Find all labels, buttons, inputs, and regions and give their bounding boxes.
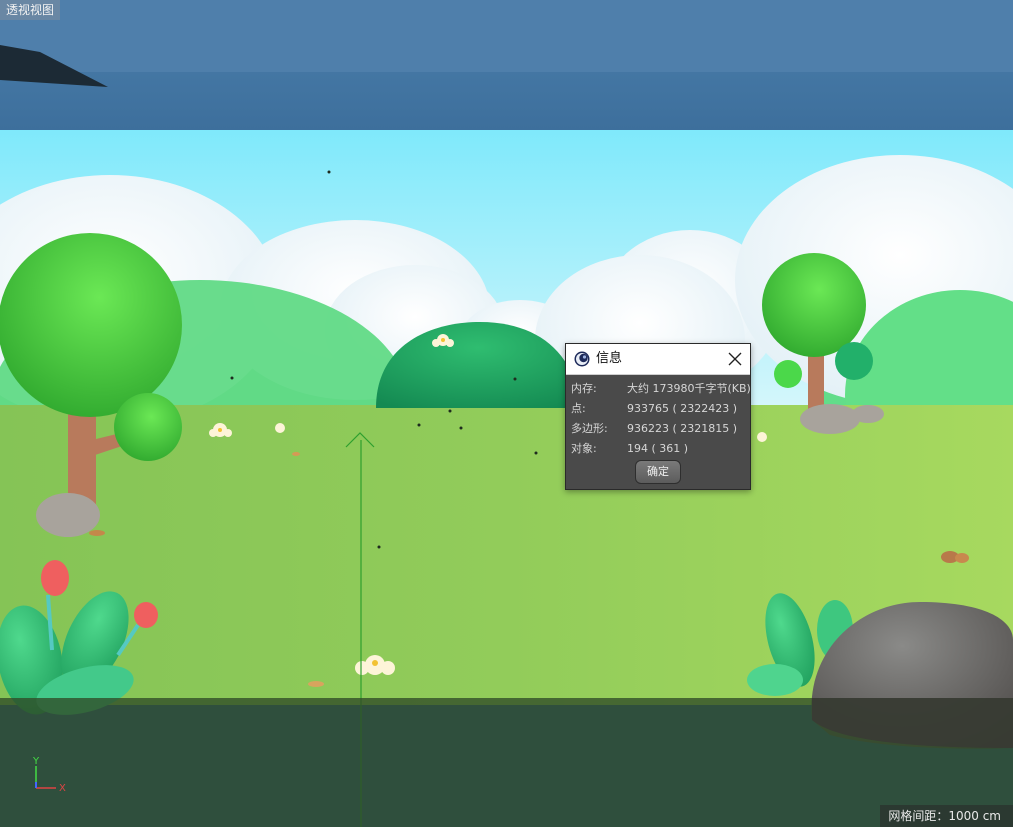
info-row-points: 点: 933765 ( 2322423 ): [566, 399, 750, 419]
info-label: 内存:: [571, 382, 597, 395]
info-label: 多边形:: [571, 422, 608, 435]
cinema4d-app-icon: [574, 351, 590, 367]
close-icon[interactable]: [726, 350, 744, 368]
info-row-objects: 对象: 194 ( 361 ): [566, 439, 750, 459]
info-value: 大约 173980千字节(KB): [627, 382, 751, 395]
info-value: 936223 ( 2321815 ): [627, 422, 738, 435]
ok-button[interactable]: 确定: [635, 460, 681, 484]
dialog-body: 内存: 大约 173980千字节(KB) 点: 933765 ( 2322423…: [566, 375, 751, 459]
dialog-title: 信息: [596, 351, 623, 366]
axis-gizmo: Y X: [28, 752, 78, 802]
dialog-title-bar[interactable]: 信息: [566, 344, 750, 375]
info-label: 对象:: [571, 442, 597, 455]
info-dialog: 信息 内存: 大约 173980千字节(KB) 点: 933765 ( 2322…: [565, 343, 751, 490]
grid-spacing-label: 网格间距：1000 cm: [880, 805, 1013, 827]
info-row-polygons: 多边形: 936223 ( 2321815 ): [566, 419, 750, 439]
scene-render: [0, 0, 1013, 827]
perspective-viewport[interactable]: 透视视图 Y X 网格间距：1000 cm: [0, 0, 1013, 827]
axis-y-label: Y: [33, 756, 40, 767]
info-value: 933765 ( 2322423 ): [627, 402, 738, 415]
info-label: 点:: [571, 402, 586, 415]
viewport-label[interactable]: 透视视图: [0, 0, 61, 20]
axis-x-label: X: [59, 783, 66, 794]
info-value: 194 ( 361 ): [627, 442, 689, 455]
info-row-memory: 内存: 大约 173980千字节(KB): [566, 379, 751, 399]
